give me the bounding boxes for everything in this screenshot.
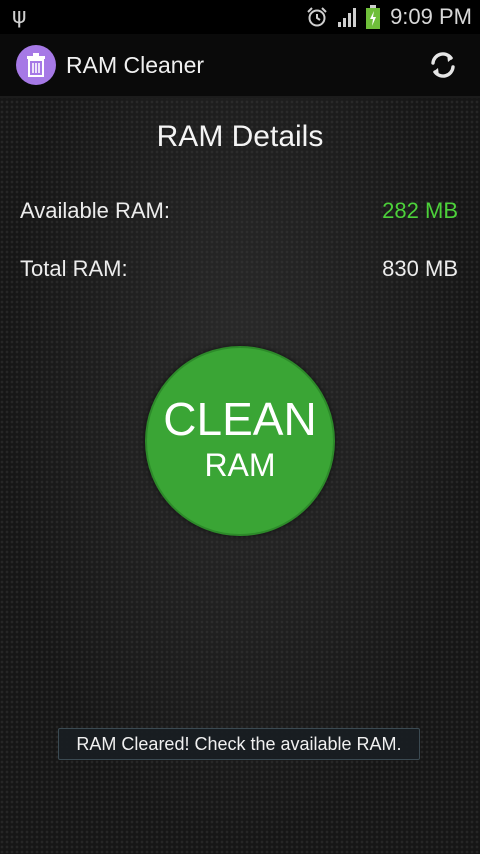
screen: ψ 9:09 PM RAM Cleaner RAM Details Availa… bbox=[0, 0, 480, 854]
app-icon[interactable] bbox=[16, 45, 56, 85]
alarm-icon bbox=[307, 7, 327, 27]
signal-icon bbox=[338, 8, 357, 27]
status-clock: 9:09 PM bbox=[390, 4, 472, 29]
clean-ram-button[interactable]: CLEAN RAM bbox=[145, 346, 335, 536]
clean-button-label-line2: RAM bbox=[204, 447, 276, 483]
status-icons: 9:09 PM bbox=[306, 0, 472, 34]
battery-charging-icon bbox=[366, 5, 381, 29]
clean-button-label-line1: CLEAN bbox=[163, 393, 317, 445]
total-ram-label: Total RAM: bbox=[20, 256, 128, 281]
status-bar: ψ 9:09 PM bbox=[0, 0, 480, 34]
app-title: RAM Cleaner bbox=[66, 52, 205, 78]
available-ram-value: 282 MB bbox=[382, 198, 458, 223]
available-ram-label: Available RAM: bbox=[20, 198, 170, 223]
total-ram-value: 830 MB bbox=[382, 256, 458, 281]
trash-icon bbox=[27, 53, 45, 77]
usb-icon: ψ bbox=[12, 4, 27, 29]
ram-details-title: RAM Details bbox=[156, 120, 324, 153]
refresh-button[interactable] bbox=[426, 48, 460, 82]
toast-message: RAM Cleared! Check the available RAM. bbox=[58, 728, 420, 760]
refresh-icon bbox=[431, 52, 455, 78]
action-bar: RAM Cleaner bbox=[0, 34, 480, 98]
